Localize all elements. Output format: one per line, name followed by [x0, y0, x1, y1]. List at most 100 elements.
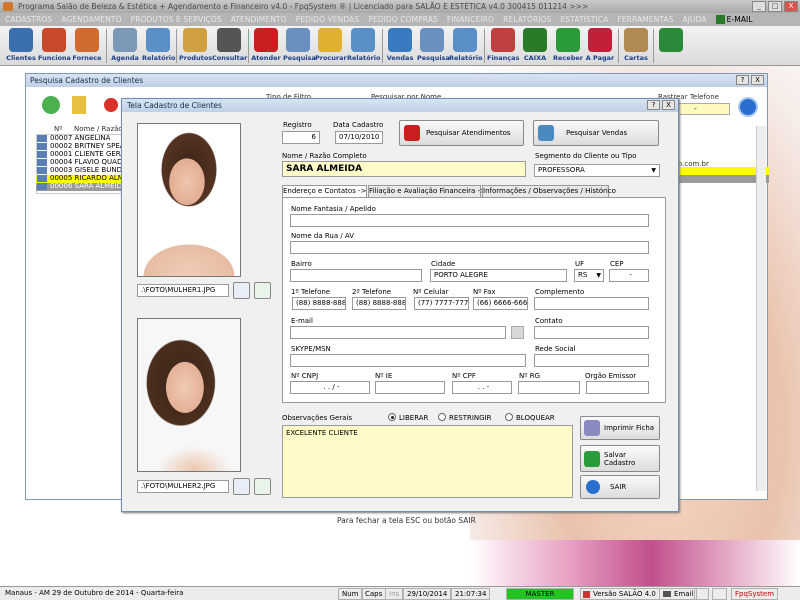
toolbar-exit-button[interactable] — [657, 28, 685, 64]
menu-pedido-compras[interactable]: PEDIDO COMPRAS — [368, 15, 438, 24]
toolbar-label: Clientes — [6, 54, 36, 62]
obs-field[interactable]: EXCELENTE CLIENTE — [282, 425, 573, 498]
tab-informacoes-historico[interactable]: Informações / Observações / Histórico — [482, 185, 616, 197]
email-fragment: o.com.br — [678, 160, 709, 168]
row-icon — [37, 175, 47, 182]
cnpj-field[interactable]: . . / - — [290, 381, 370, 394]
menu-ajuda[interactable]: AJUDA — [683, 15, 707, 24]
salvar-cadastro-button[interactable]: Salvar Cadastro — [580, 445, 660, 472]
rua-field[interactable] — [290, 241, 649, 254]
toolbar-produtos-button[interactable]: Produtos — [179, 28, 212, 64]
uf-select[interactable]: RS ▼ — [574, 269, 604, 282]
add-icon[interactable] — [42, 96, 60, 114]
pesquisar-atendimentos-button[interactable]: Pesquisar Atendimentos — [399, 120, 524, 146]
cidade-field[interactable]: PORTO ALEGRE — [430, 269, 567, 282]
close-button[interactable]: X — [751, 75, 764, 85]
bairro-field[interactable] — [290, 269, 422, 282]
menu-agendamento[interactable]: AGENDAMENTO — [61, 15, 121, 24]
row-name: ANGELINA — [74, 134, 111, 142]
toolbar-separator — [106, 29, 107, 63]
toolbar-pesquisa-button[interactable]: Pesquisa — [417, 28, 450, 64]
rede-social-field[interactable] — [534, 354, 649, 367]
tab-filiacao-financeira[interactable]: Filiação e Avaliação Financeira -> — [368, 185, 486, 197]
photo-2-camera-icon[interactable] — [254, 478, 271, 495]
contato-field[interactable] — [534, 326, 649, 339]
photo-2-path[interactable]: .\FOTO\MULHER2.JPG — [137, 480, 229, 493]
registro-field[interactable]: 6 — [282, 131, 320, 144]
menu-atendimento[interactable]: ATENDIMENTO — [231, 15, 287, 24]
search-icon — [420, 28, 444, 52]
tel1-field[interactable]: (88) 8888-8888 — [292, 297, 346, 310]
sair-button[interactable]: SAIR — [580, 475, 660, 499]
toolbar-vendas-button[interactable]: Vendas — [385, 28, 415, 64]
tab-endereco-contatos[interactable]: Endereço e Contatos -> — [282, 185, 367, 197]
toolbar-a-pagar-button[interactable]: A Pagar — [585, 28, 615, 64]
menu-cadastros[interactable]: CADASTROS — [5, 15, 52, 24]
toolbar-fornecedores-button[interactable]: Fornece — [72, 28, 102, 64]
toolbar-atender-button[interactable]: Atender — [251, 28, 281, 64]
status-ins: Ins — [385, 588, 404, 600]
delete-icon[interactable] — [104, 98, 118, 112]
toolbar-cartas-button[interactable]: Cartas — [622, 28, 650, 64]
toolbar-receber-button[interactable]: Receber — [552, 28, 584, 64]
toolbar-label: Receber — [553, 54, 583, 62]
toolbar-separator — [382, 29, 383, 63]
photo-1-path[interactable]: .\FOTO\MULHER1.JPG — [137, 284, 229, 297]
toolbar-caixa-button[interactable]: CAIXA — [521, 28, 549, 64]
toolbar-pesquisa-button[interactable]: Pesquisa — [283, 28, 316, 64]
fantasia-field[interactable] — [290, 214, 649, 227]
toolbar-relatorio-button[interactable]: Relatório — [347, 28, 381, 64]
toolbar-financas-button[interactable]: Finanças — [487, 28, 519, 64]
toolbar-procurar-button[interactable]: Procurar — [315, 28, 347, 64]
rg-field[interactable] — [518, 381, 580, 394]
nome-field[interactable]: SARA ALMEIDA — [282, 161, 526, 177]
close-button[interactable]: X — [784, 1, 798, 12]
toolbar-agenda-button[interactable]: Agenda — [110, 28, 140, 64]
radio-restringir[interactable]: RESTRINGIR — [438, 413, 492, 422]
menu-estatistica[interactable]: ESTATÍSTICA — [561, 15, 609, 24]
data-cadastro-field[interactable]: 07/10/2010 — [335, 131, 383, 144]
maximize-button[interactable]: □ — [768, 1, 782, 12]
tel2-field[interactable]: (88) 8888-8888 — [352, 297, 406, 310]
toolbar-consultar-button[interactable]: Consultar — [212, 28, 247, 64]
complemento-field[interactable] — [534, 297, 649, 310]
help-button[interactable]: ? — [647, 100, 660, 110]
toolbar-funcionarios-button[interactable]: Funciona — [38, 28, 71, 64]
ie-field[interactable] — [375, 381, 445, 394]
toolbar-relatorio-button[interactable]: Relatório — [449, 28, 483, 64]
photo-2-search-icon[interactable] — [233, 478, 250, 495]
toolbar-clientes-button[interactable]: Clientes — [6, 28, 36, 64]
pie-chart-icon — [491, 28, 515, 52]
segmento-label: Segmento do Cliente ou Tipo — [535, 152, 637, 160]
status-email[interactable]: Email — [659, 588, 698, 600]
email-field[interactable] — [290, 326, 506, 339]
menu-pedido-vendas[interactable]: PEDIDO VENDAS — [296, 15, 360, 24]
menu-produtos-servicos[interactable]: PRODUTOS E SERVIÇOS — [131, 15, 222, 24]
menu-financeiro[interactable]: FINANCEIRO — [447, 15, 494, 24]
close-button[interactable]: X — [662, 100, 675, 110]
skype-field[interactable] — [290, 354, 526, 367]
help-button[interactable]: ? — [736, 75, 749, 85]
photo-1-search-icon[interactable] — [233, 282, 250, 299]
menu-email[interactable]: E-MAIL — [715, 15, 753, 24]
pesquisar-vendas-button[interactable]: Pesquisar Vendas — [533, 120, 659, 146]
edit-icon[interactable] — [72, 96, 86, 114]
cep-field[interactable]: - — [609, 269, 649, 282]
send-email-icon[interactable] — [511, 326, 524, 339]
segmento-select[interactable]: PROFESSORA ▼ — [534, 164, 660, 177]
minimize-button[interactable]: _ — [752, 1, 766, 12]
photo-1-camera-icon[interactable] — [254, 282, 271, 299]
celular-field[interactable]: (77) 7777-7777 — [414, 297, 469, 310]
orgao-field[interactable] — [586, 381, 649, 394]
menu-ferramentas[interactable]: FERRAMENTAS — [617, 15, 673, 24]
imprimir-ficha-button[interactable]: Imprimir Ficha — [580, 416, 660, 440]
cpf-field[interactable]: . . - — [452, 381, 512, 394]
skype-label: SKYPE/MSN — [291, 345, 331, 353]
menu-relatorios[interactable]: RELATÓRIOS — [503, 15, 551, 24]
arrow-right-icon[interactable] — [738, 97, 758, 117]
fax-field[interactable]: (66) 6666-6666 — [473, 297, 528, 310]
radio-liberar[interactable]: LIBERAR — [388, 413, 428, 422]
radio-bloquear[interactable]: BLOQUEAR — [505, 413, 555, 422]
toolbar-relatorio-button[interactable]: Relatório — [142, 28, 176, 64]
vertical-scrollbar[interactable] — [756, 126, 766, 491]
